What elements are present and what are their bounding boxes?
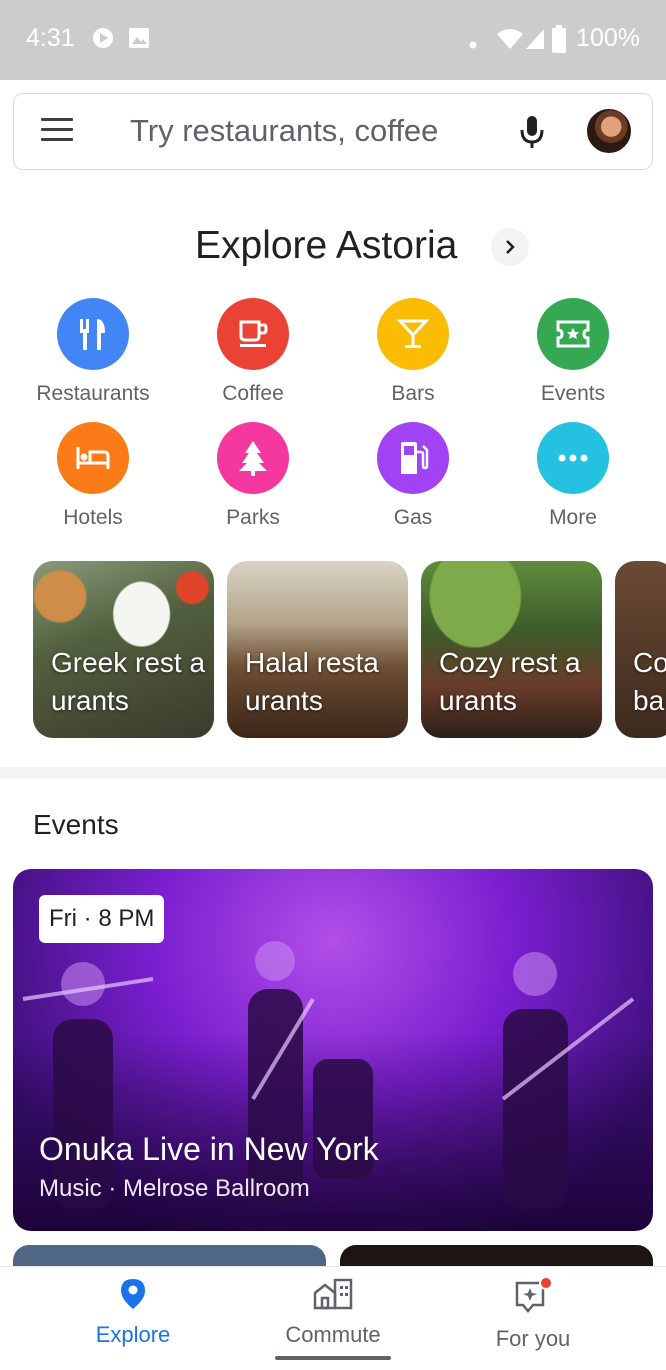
search-box[interactable]: Try restaurants, coffee (13, 93, 653, 170)
commute-icon (313, 1278, 353, 1310)
menu-icon[interactable] (41, 118, 73, 146)
category-events[interactable]: Events (503, 298, 643, 406)
signal-icon (524, 27, 546, 56)
home-indicator (275, 1356, 391, 1360)
more-dots-icon (537, 422, 609, 494)
category-label: Hotels (63, 506, 123, 529)
play-icon (92, 27, 114, 54)
event-card[interactable]: Fri · 8 PM Onuka Live in New York Music … (13, 869, 653, 1231)
bed-icon (57, 422, 129, 494)
status-bar: 4:31 100% (0, 0, 666, 80)
card-partial[interactable]: Co ba (615, 561, 666, 738)
search-input[interactable]: Try restaurants, coffee (130, 113, 438, 149)
category-label: Bars (391, 382, 435, 405)
category-label: Events (540, 382, 606, 405)
mic-icon[interactable] (519, 114, 545, 155)
nav-commute[interactable]: Commute (233, 1277, 433, 1348)
tree-icon (217, 422, 289, 494)
card-greek-restaurants[interactable]: Greek rest aurants (33, 561, 214, 738)
card-label: Cozy rest aurants (439, 647, 581, 716)
screen: 4:31 100% Try restaurants, coffee Explor… (0, 0, 666, 1370)
nav-explore[interactable]: Explore (33, 1277, 233, 1348)
category-label: More (549, 506, 597, 529)
event-subtitle: Music · Melrose Ballroom (39, 1175, 310, 1202)
card-label: Halal resta urants (245, 647, 379, 716)
cocktail-icon (377, 298, 449, 370)
category-gas[interactable]: Gas (343, 422, 483, 530)
explore-title[interactable]: Explore Astoria (195, 224, 457, 268)
wifi-icon (496, 27, 524, 56)
category-more[interactable]: More (503, 422, 643, 530)
card-label: Co ba (633, 647, 666, 716)
battery-icon (552, 25, 566, 58)
category-label: Coffee (222, 382, 284, 405)
coffee-cup-icon (217, 298, 289, 370)
nav-label: Explore (95, 1322, 171, 1347)
card-cozy-restaurants[interactable]: Cozy rest aurants (421, 561, 602, 738)
for-you-icon (515, 1276, 553, 1313)
event-title: Onuka Live in New York (39, 1131, 379, 1167)
category-label: Restaurants (36, 382, 150, 405)
nav-for-you[interactable]: For you (433, 1276, 633, 1352)
gas-pump-icon (377, 422, 449, 494)
category-label: Parks (226, 506, 280, 529)
category-hotels[interactable]: Hotels (23, 422, 163, 530)
bottom-nav: Explore Commute For you (0, 1266, 666, 1370)
nav-label: For you (495, 1326, 571, 1351)
pin-icon (121, 1279, 145, 1309)
category-parks[interactable]: Parks (183, 422, 323, 530)
category-label: Gas (393, 506, 433, 529)
card-halal-restaurants[interactable]: Halal resta urants (227, 561, 408, 738)
image-icon (128, 27, 150, 54)
category-coffee[interactable]: Coffee (183, 298, 323, 406)
battery-percent: 100% (576, 24, 640, 52)
nav-label: Commute (285, 1322, 381, 1347)
category-bars[interactable]: Bars (343, 298, 483, 406)
ticket-icon (537, 298, 609, 370)
dot-icon (469, 36, 477, 54)
status-time: 4:31 (26, 24, 75, 52)
event-time-badge: Fri · 8 PM (39, 895, 165, 943)
section-divider (0, 767, 666, 779)
category-restaurants[interactable]: Restaurants (23, 298, 163, 406)
card-label: Greek rest aurants (51, 647, 206, 716)
fork-knife-icon (57, 298, 129, 370)
chevron-right-icon[interactable] (491, 228, 529, 266)
avatar[interactable] (585, 107, 633, 155)
events-heading: Events (33, 809, 119, 840)
